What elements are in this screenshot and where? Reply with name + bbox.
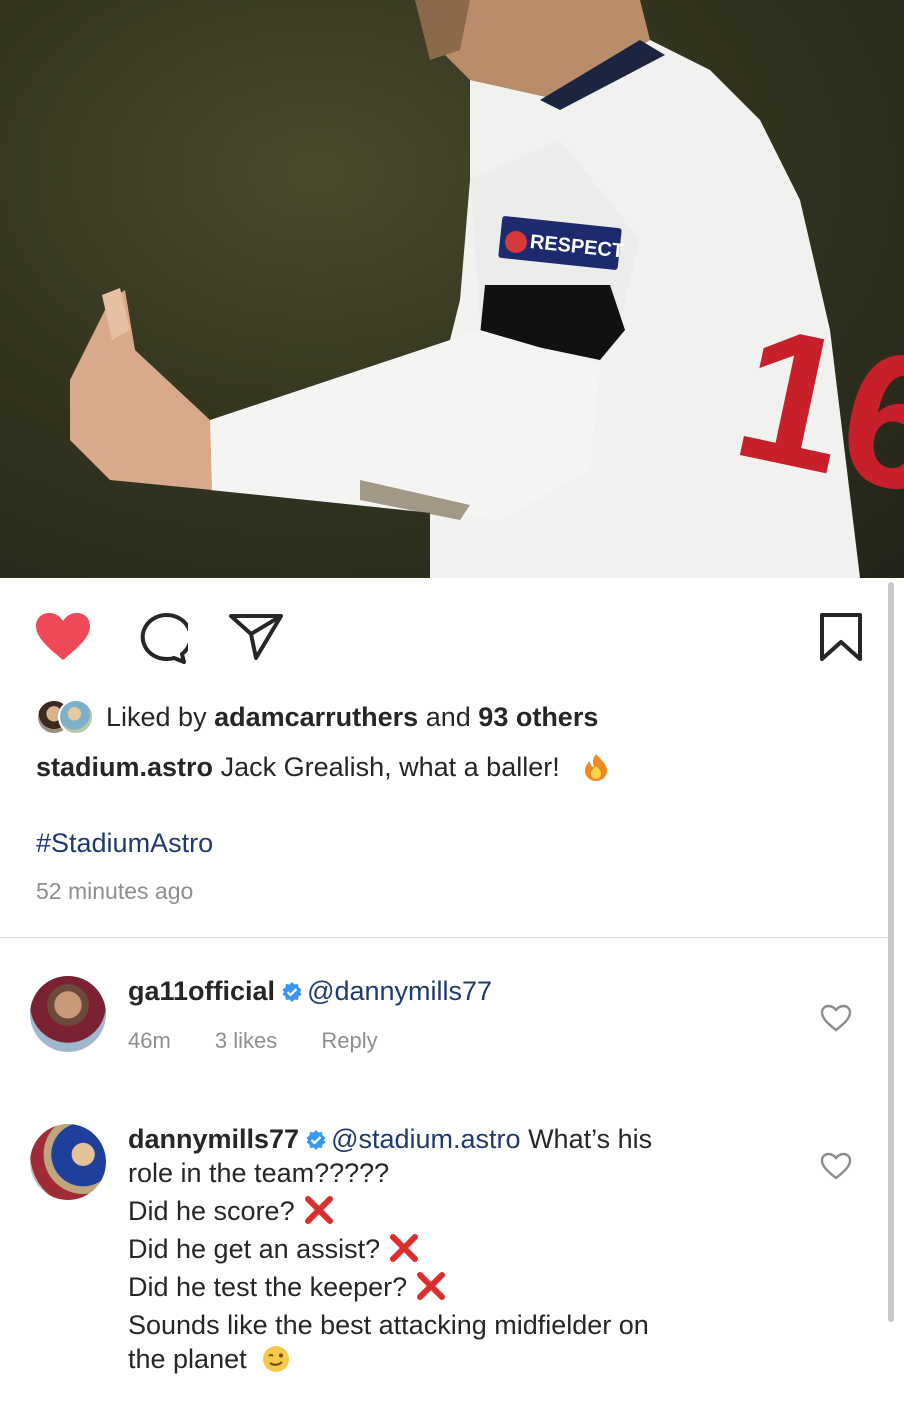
comment-text: Did he score?: [128, 1196, 295, 1226]
player-photo-illustration: RESPECT 16: [70, 0, 904, 578]
comment-text: Sounds like the best attacking midfielde…: [128, 1310, 649, 1340]
reply-button[interactable]: Reply: [321, 1028, 377, 1053]
post-hashtag[interactable]: #StadiumAstro: [36, 828, 213, 859]
send-icon[interactable]: [228, 612, 284, 662]
comment-line: Did he test the keeper?: [128, 1268, 768, 1306]
post-image[interactable]: RESPECT 16: [0, 0, 904, 578]
heart-filled-icon[interactable]: [34, 612, 92, 662]
caption-text: Jack Grealish, what a baller!: [220, 752, 560, 782]
liked-by-row[interactable]: Liked by adamcarruthers and 93 others: [36, 697, 598, 737]
comment-text: Did he get an assist?: [128, 1234, 381, 1264]
liked-by-and: and: [425, 701, 471, 732]
comment-time: 46m: [128, 1028, 171, 1053]
liker-avatar: [58, 699, 94, 735]
cross-mark-icon: [390, 1234, 419, 1262]
cross-mark-icon: [417, 1272, 446, 1300]
scrollbar[interactable]: [888, 582, 894, 1322]
fire-emoji-icon: [585, 754, 608, 781]
liked-by-others[interactable]: 93 others: [478, 702, 598, 732]
verified-badge-icon: [306, 1130, 326, 1150]
comments-divider: [0, 937, 890, 938]
post-timestamp: 52 minutes ago: [36, 878, 194, 904]
comment-text: Did he test the keeper?: [128, 1272, 408, 1302]
avatar[interactable]: [30, 976, 106, 1052]
liked-by-prefix: Liked by: [106, 701, 207, 732]
comment-line: the planet: [128, 1344, 768, 1374]
comment-line: Did he score?: [128, 1192, 768, 1230]
comment-mention[interactable]: @stadium.astro: [331, 1124, 520, 1154]
comment-body: ga11official @dannymills77 46m 3 likes Re…: [128, 972, 492, 1060]
cross-mark-icon: [304, 1196, 333, 1224]
liked-by-user[interactable]: adamcarruthers: [214, 702, 418, 732]
comment-meta: 46m 3 likes Reply: [128, 1022, 492, 1060]
post-action-bar: [0, 600, 904, 672]
avatar[interactable]: [30, 1124, 106, 1200]
caption-username[interactable]: stadium.astro: [36, 752, 213, 782]
liked-by-text: Liked by adamcarruthers and 93 others: [106, 702, 598, 733]
comment-line: Did he get an assist?: [128, 1230, 768, 1268]
comment-username[interactable]: dannymills77: [128, 1124, 299, 1154]
comment-text: role in the team?????: [128, 1158, 390, 1188]
bookmark-icon[interactable]: [818, 612, 864, 662]
comment-icon[interactable]: [132, 612, 188, 664]
comment-mention[interactable]: @dannymills77: [307, 976, 492, 1006]
comment-username[interactable]: ga11official: [128, 976, 275, 1006]
post-caption: stadium.astro Jack Grealish, what a ball…: [36, 752, 611, 783]
comment-text: the planet: [128, 1344, 247, 1374]
verified-badge-icon: [282, 982, 302, 1002]
comment-likes[interactable]: 3 likes: [215, 1028, 277, 1053]
winking-face-emoji-icon: [262, 1346, 289, 1372]
comment-like-icon[interactable]: [820, 1152, 852, 1180]
comment-like-icon[interactable]: [820, 1004, 852, 1032]
comment-body: dannymills77 @stadium.astro What’s his ro…: [128, 1120, 768, 1374]
comment-text: What’s his: [528, 1124, 653, 1154]
